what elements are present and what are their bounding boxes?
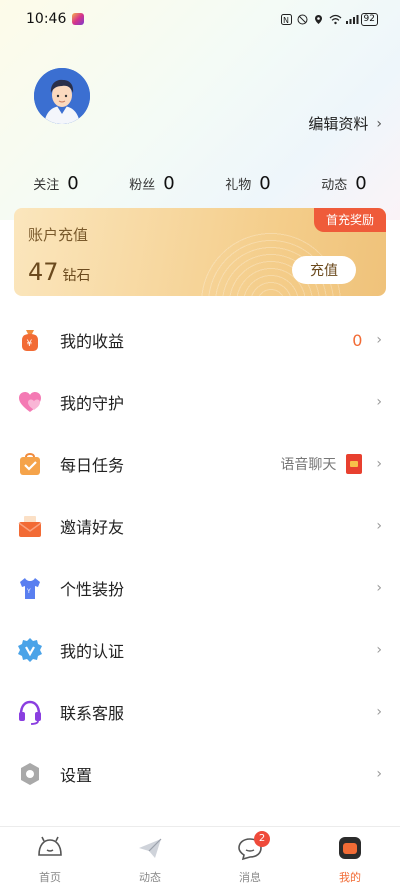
diamond-balance: 47 钻石 <box>28 258 91 286</box>
stat-label: 礼物 <box>225 177 252 193</box>
stat-label: 动态 <box>321 177 348 193</box>
bottom-nav: 首页 动态 2 消息 我的 <box>0 826 400 890</box>
nav-feed[interactable]: 动态 <box>110 835 190 885</box>
nav-label: 消息 <box>239 871 261 884</box>
chevron-right-icon: › <box>376 642 382 658</box>
chevron-right-icon: › <box>376 518 382 534</box>
recharge-button[interactable]: 充值 <box>292 256 356 284</box>
task-hint: 语音聊天 <box>280 457 337 473</box>
money-bag-icon: ¥ <box>16 326 44 354</box>
first-recharge-badge: 首充奖励 <box>314 208 386 232</box>
stat-gifts[interactable]: 礼物 0 <box>225 173 270 194</box>
svg-text:¥: ¥ <box>27 339 33 349</box>
menu-item-invite[interactable]: 邀请好友 › <box>0 495 400 557</box>
menu-item-label: 个性装扮 <box>60 580 125 599</box>
edit-profile-label: 编辑资料 <box>308 115 369 133</box>
nav-messages[interactable]: 2 消息 <box>210 831 290 885</box>
menu-extra: 0 <box>352 331 362 350</box>
paper-plane-icon <box>135 835 165 865</box>
menu-item-label: 联系客服 <box>60 704 125 723</box>
nav-label: 首页 <box>39 871 61 884</box>
chevron-right-icon: › <box>376 115 382 132</box>
menu-item-label: 我的守护 <box>60 394 125 413</box>
settings-icon <box>16 760 44 788</box>
menu-item-dressup[interactable]: Y 个性装扮 › <box>0 557 400 619</box>
svg-text:N: N <box>283 16 289 25</box>
chevron-right-icon: › <box>376 456 382 472</box>
red-packet-icon <box>346 454 363 474</box>
menu-item-verification[interactable]: 我的认证 › <box>0 619 400 681</box>
chevron-right-icon: › <box>376 580 382 596</box>
chevron-right-icon: › <box>376 394 382 410</box>
svg-text:Y: Y <box>26 588 31 595</box>
home-icon <box>35 835 65 865</box>
diamond-unit: 钻石 <box>62 268 91 284</box>
instagram-icon <box>72 13 85 25</box>
menu-item-earnings[interactable]: ¥ 我的收益 0 › <box>0 309 400 371</box>
stat-label: 关注 <box>33 177 60 193</box>
nfc-icon: N <box>280 13 292 25</box>
envelope-icon <box>16 512 44 540</box>
stat-value: 0 <box>259 172 271 194</box>
battery-indicator: 92 <box>360 12 378 26</box>
tshirt-icon: Y <box>16 574 44 602</box>
unread-badge: 2 <box>254 831 270 847</box>
task-bag-icon <box>16 450 44 478</box>
mute-icon <box>297 14 308 25</box>
menu-item-label: 设置 <box>60 766 93 785</box>
chevron-right-icon: › <box>376 766 382 782</box>
recharge-card[interactable]: 账户充值 47 钻石 首充奖励 充值 <box>14 208 386 296</box>
headset-icon <box>16 698 44 726</box>
chevron-right-icon: › <box>376 704 382 720</box>
menu-item-customer-service[interactable]: 联系客服 › <box>0 681 400 743</box>
menu-item-label: 每日任务 <box>60 456 125 475</box>
menu-item-daily-tasks[interactable]: 每日任务 语音聊天 › <box>0 433 400 495</box>
heart-icon <box>16 388 44 416</box>
menu-item-label: 邀请好友 <box>60 518 125 537</box>
nav-profile[interactable]: 我的 <box>310 835 390 885</box>
stat-posts[interactable]: 动态 0 <box>321 173 366 194</box>
stat-label: 粉丝 <box>129 177 156 193</box>
stat-value: 0 <box>355 172 367 194</box>
diamond-amount: 47 <box>28 258 59 286</box>
recharge-title: 账户充值 <box>28 226 89 244</box>
profile-icon <box>335 835 365 865</box>
menu-extra: 语音聊天 <box>280 454 363 474</box>
edit-profile-button[interactable]: 编辑资料 › <box>308 113 382 134</box>
chevron-right-icon: › <box>376 332 382 348</box>
nav-home[interactable]: 首页 <box>10 835 90 885</box>
stat-value: 0 <box>67 172 79 194</box>
menu-item-label: 我的收益 <box>60 332 125 351</box>
wifi-icon <box>329 14 341 25</box>
status-time: 10:46 <box>26 11 67 27</box>
stat-fans[interactable]: 粉丝 0 <box>129 173 174 194</box>
stat-following[interactable]: 关注 0 <box>33 173 78 194</box>
signal-icon <box>345 14 359 25</box>
nav-label: 我的 <box>339 871 361 884</box>
menu-item-label: 我的认证 <box>60 642 125 661</box>
status-bar: 10:46 N 92 <box>0 0 400 38</box>
stats-row: 关注 0 粉丝 0 礼物 0 动态 0 <box>0 170 400 196</box>
menu-item-settings[interactable]: 设置 › <box>0 743 400 805</box>
menu-list: ¥ 我的收益 0 › 我的守护 › 每日任务 语音聊天 › 邀请好友 › Y 个… <box>0 309 400 805</box>
menu-item-guardian[interactable]: 我的守护 › <box>0 371 400 433</box>
avatar[interactable] <box>34 68 90 124</box>
stat-value: 0 <box>163 172 175 194</box>
verified-badge-icon <box>16 636 44 664</box>
nav-label: 动态 <box>139 871 161 884</box>
earnings-count: 0 <box>352 330 363 350</box>
location-icon <box>313 14 324 25</box>
